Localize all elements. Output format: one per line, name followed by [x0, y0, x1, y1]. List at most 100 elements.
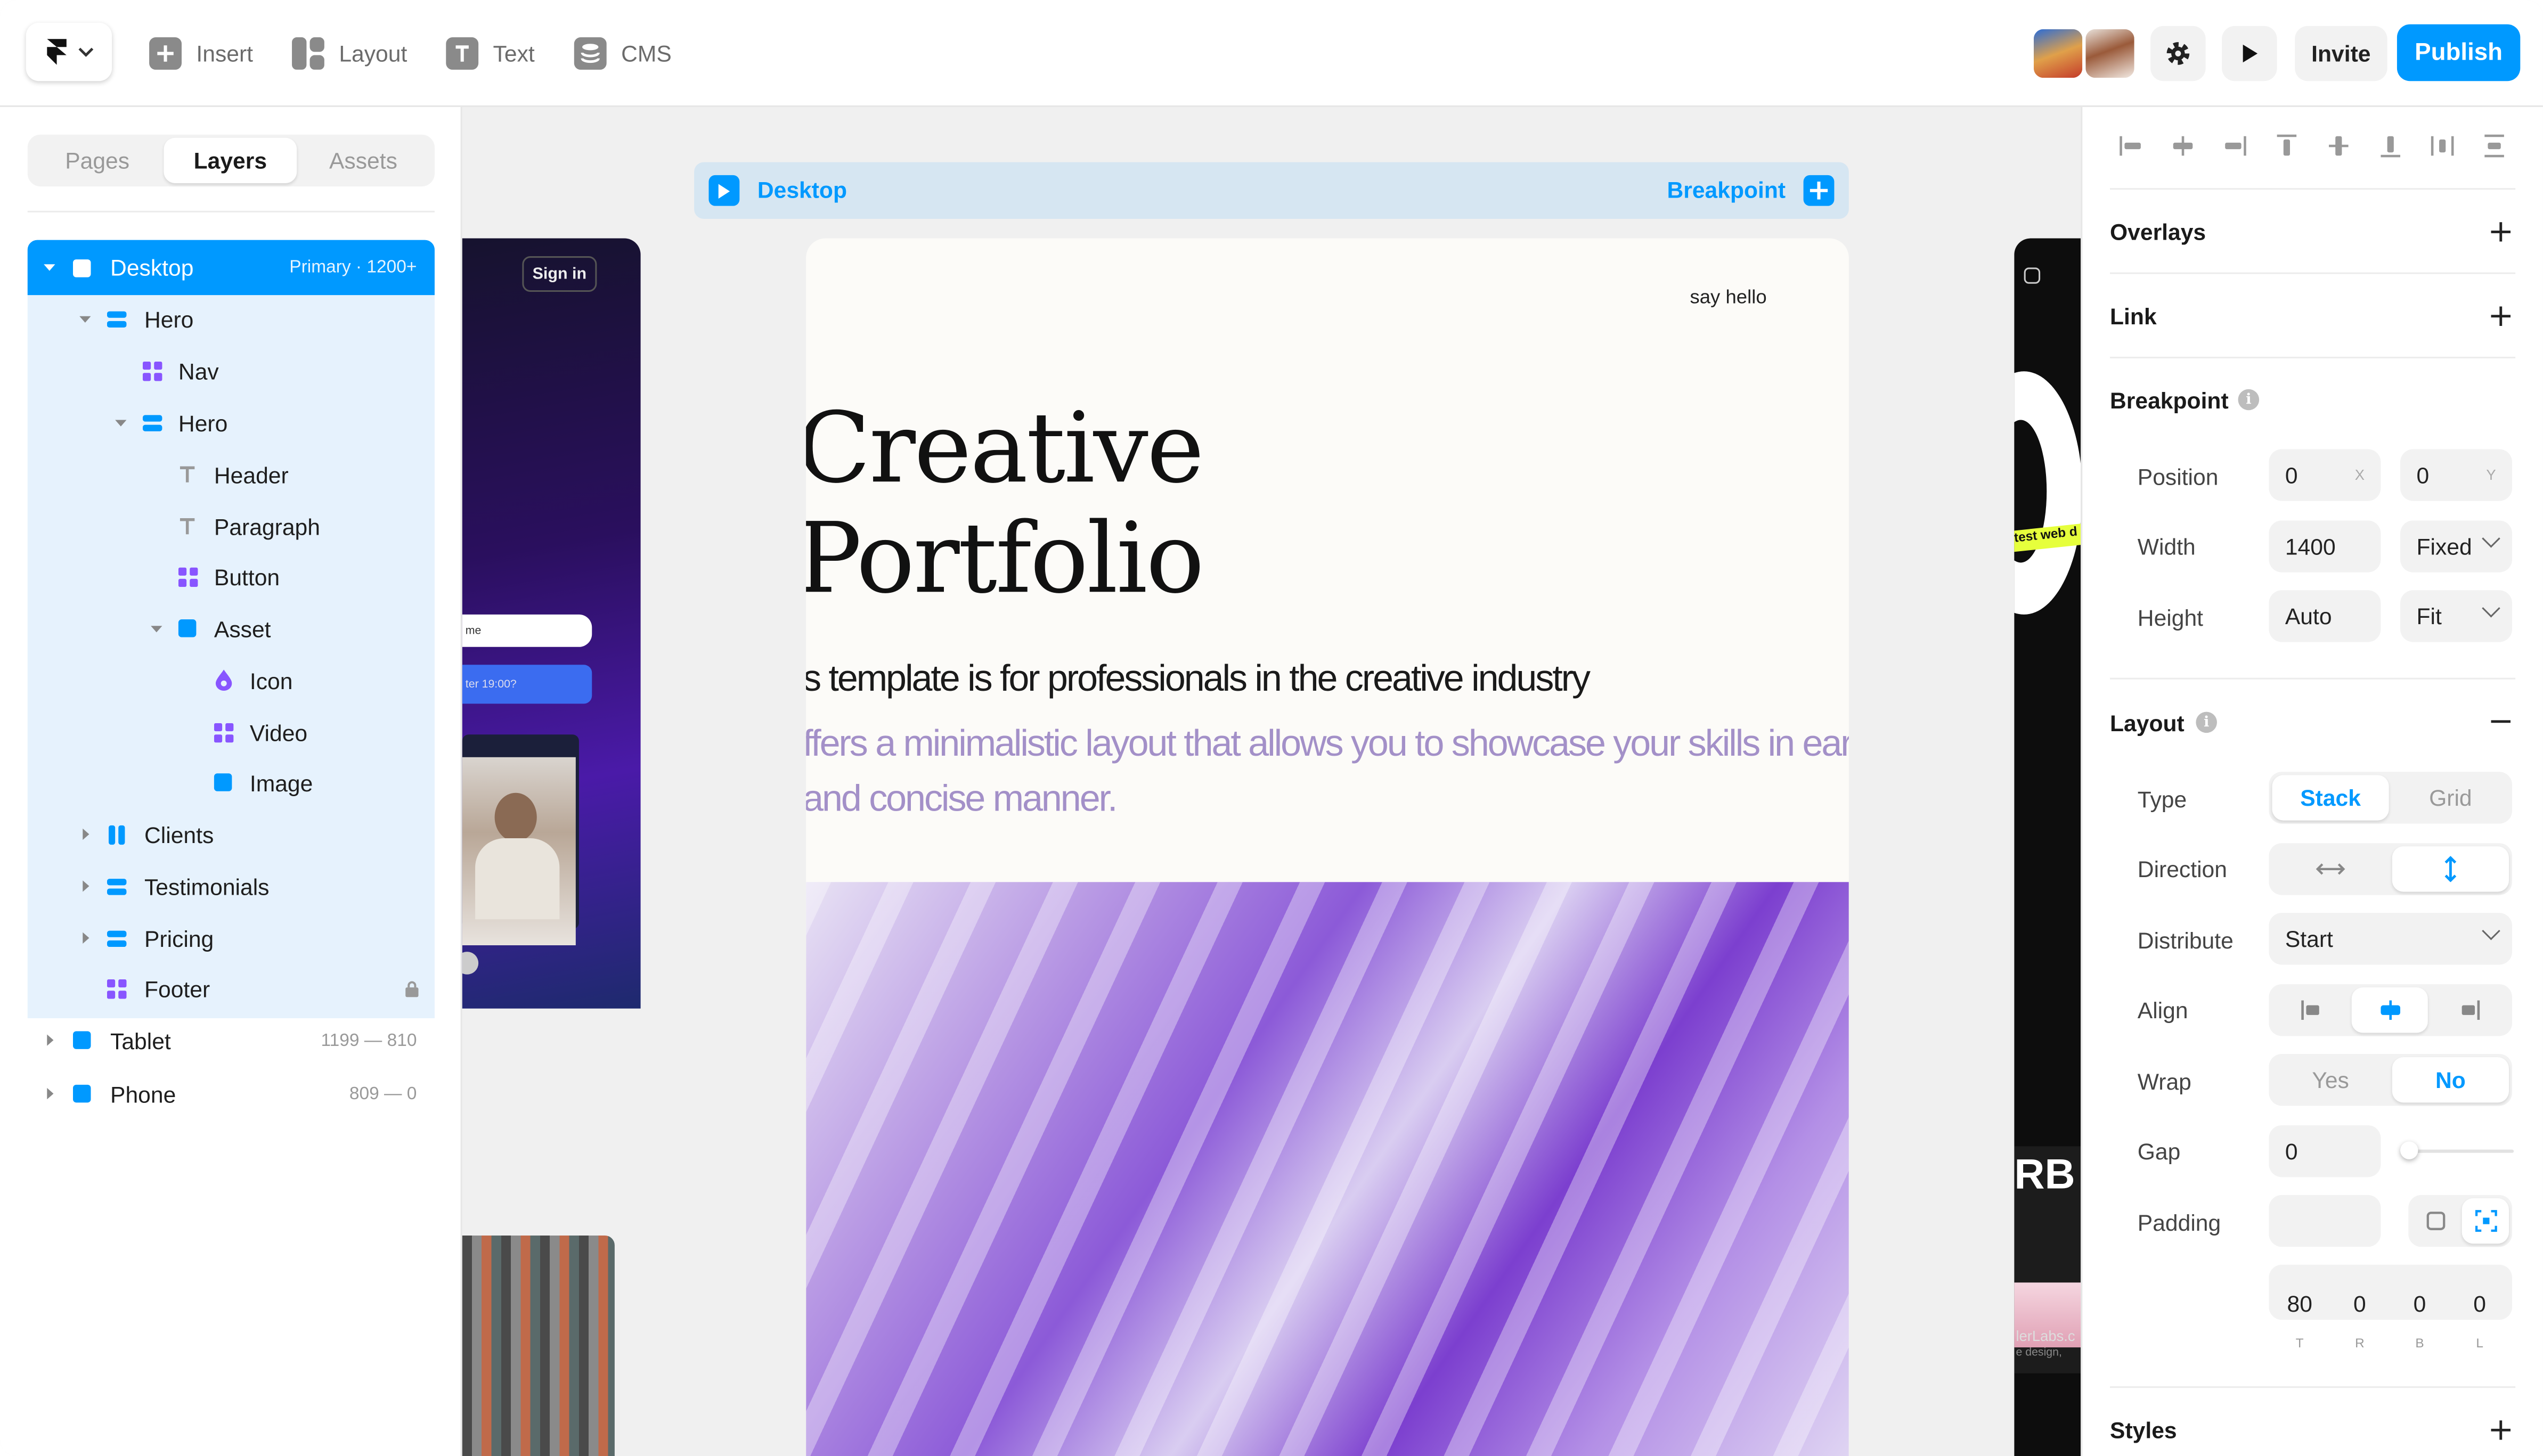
align-start-option[interactable] — [2272, 987, 2348, 1033]
add-link-icon[interactable] — [2491, 306, 2511, 326]
layer-row-paragraph[interactable]: Paragraph — [28, 501, 435, 553]
add-overlay-icon[interactable] — [2491, 222, 2511, 242]
frame-icon — [73, 1084, 91, 1103]
nav-link[interactable]: say hello — [1690, 285, 1766, 308]
layer-row-footer[interactable]: Footer — [28, 963, 435, 1015]
layer-row-asset[interactable]: Asset — [28, 603, 435, 655]
layer-label: Phone — [110, 1081, 176, 1108]
distribute-horizontal-icon[interactable] — [2426, 130, 2459, 162]
add-style-icon[interactable] — [2491, 1420, 2511, 1440]
layer-row-header[interactable]: Header — [28, 449, 435, 501]
position-x-field[interactable]: 0 X — [2269, 449, 2381, 501]
direction-horizontal-option[interactable] — [2272, 846, 2389, 891]
padding-uniform-option[interactable] — [2411, 1198, 2458, 1244]
collaborators[interactable] — [2030, 26, 2138, 81]
properties-panel: Overlays Link Breakpoint i Position 0 X … — [2081, 107, 2543, 1456]
layer-row-testimonials[interactable]: Testimonials — [28, 861, 435, 913]
layer-row-phone[interactable]: Phone 809 — 0 — [28, 1068, 435, 1120]
width-field[interactable]: 1400 — [2269, 520, 2381, 572]
gap-slider-thumb[interactable] — [2400, 1141, 2418, 1159]
info-icon[interactable]: i — [2238, 389, 2260, 411]
distribute-select[interactable]: Start — [2269, 913, 2513, 965]
align-center-horizontal-icon[interactable] — [2167, 130, 2199, 162]
layer-row-tablet[interactable]: Tablet 1199 — 810 — [28, 1015, 435, 1067]
hero-image[interactable] — [806, 882, 1849, 1456]
tab-layers[interactable]: Layers — [164, 137, 297, 184]
layout-label: Layout — [339, 40, 407, 67]
gap-slider-track[interactable] — [2407, 1149, 2514, 1153]
text-label: Text — [493, 40, 535, 67]
position-y-field[interactable]: 0 Y — [2400, 449, 2513, 501]
tablet-frame-preview[interactable]: Sign in me ter 19:00? — [462, 238, 641, 1009]
hero-description[interactable]: ffers a minimalistic layout that allows … — [806, 715, 1849, 825]
breakpoint-title: Breakpoint — [2110, 387, 2229, 414]
avatar[interactable] — [2082, 26, 2138, 81]
preview-button[interactable] — [2222, 26, 2277, 81]
padding-right-value[interactable]: 0 — [2330, 1278, 2389, 1329]
align-end-option[interactable] — [2431, 987, 2509, 1033]
height-mode-select[interactable]: Fit — [2400, 590, 2513, 642]
height-value: Auto — [2285, 603, 2332, 629]
align-center-vertical-icon[interactable] — [2322, 130, 2355, 162]
align-right-icon[interactable] — [2219, 130, 2251, 162]
info-icon[interactable]: i — [2196, 711, 2217, 733]
insert-button[interactable]: Insert — [149, 34, 253, 73]
layout-button[interactable]: Layout — [292, 34, 407, 73]
align-center-option[interactable] — [2351, 987, 2428, 1033]
desktop-frame[interactable]: say hello Creative Portfolio s template … — [806, 238, 1849, 1456]
cms-button[interactable]: CMS — [574, 34, 672, 73]
publish-button[interactable]: Publish — [2397, 24, 2521, 81]
phone-frame-preview[interactable]: test web d RB lerLabs.c e design, — [2014, 238, 2081, 1456]
layer-row-image[interactable]: Image — [28, 757, 435, 809]
preview-play-button[interactable] — [708, 175, 740, 206]
add-breakpoint-label[interactable]: Breakpoint — [1667, 177, 1786, 203]
padding-left-value[interactable]: 0 — [2450, 1278, 2509, 1329]
align-bottom-icon[interactable] — [2374, 130, 2407, 162]
layer-row-video[interactable]: Video — [28, 707, 435, 758]
align-top-icon[interactable] — [2270, 130, 2303, 162]
layer-row-hero-inner[interactable]: Hero — [28, 397, 435, 449]
divider — [2110, 1386, 2516, 1388]
type-stack-option[interactable]: Stack — [2272, 775, 2389, 821]
height-field[interactable]: Auto — [2269, 590, 2381, 642]
layer-row-icon[interactable]: Icon — [28, 655, 435, 707]
layer-row-desktop[interactable]: Desktop Primary · 1200+ — [28, 242, 435, 293]
padding-field[interactable] — [2269, 1195, 2381, 1247]
tab-pages[interactable]: Pages — [31, 138, 164, 183]
collapse-minus-icon[interactable] — [2491, 712, 2511, 732]
hero-subtitle[interactable]: s template is for professionals in the c… — [806, 657, 1591, 700]
invite-button[interactable]: Invite — [2295, 26, 2387, 81]
wrap-label: Wrap — [2137, 1068, 2191, 1095]
padding-label: Padding — [2137, 1209, 2221, 1236]
layer-row-nav[interactable]: Nav — [28, 345, 435, 397]
text-button[interactable]: Text — [446, 34, 535, 73]
type-grid-option[interactable]: Grid — [2392, 775, 2509, 820]
tab-assets[interactable]: Assets — [297, 138, 430, 183]
align-left-icon[interactable] — [2115, 130, 2147, 162]
layer-row-hero[interactable]: Hero — [28, 293, 435, 345]
sign-in-button[interactable]: Sign in — [522, 256, 597, 292]
add-breakpoint-button[interactable] — [1803, 175, 1835, 206]
layer-row-button[interactable]: Button — [28, 551, 435, 603]
direction-vertical-option[interactable] — [2392, 846, 2509, 892]
layer-row-clients[interactable]: Clients — [28, 809, 435, 861]
app-menu-button[interactable] — [26, 22, 112, 81]
distribute-vertical-icon[interactable] — [2478, 130, 2511, 162]
padding-individual-option[interactable] — [2462, 1198, 2509, 1244]
width-mode-select[interactable]: Fixed — [2400, 520, 2513, 572]
hero-title[interactable]: Creative Portfolio — [806, 394, 1204, 615]
avatar[interactable] — [2030, 26, 2086, 81]
lock-icon[interactable] — [405, 981, 419, 997]
person-photo — [462, 757, 576, 946]
padding-bottom-value[interactable]: 0 — [2391, 1278, 2449, 1329]
person-body — [475, 838, 560, 920]
padding-top-value[interactable]: 80 — [2270, 1278, 2329, 1329]
wrap-yes-option[interactable]: Yes — [2272, 1057, 2389, 1102]
settings-button[interactable] — [2150, 26, 2206, 81]
breakpoint-name[interactable]: Desktop — [757, 177, 847, 203]
wrap-no-option[interactable]: No — [2392, 1057, 2509, 1103]
design-canvas[interactable]: Sign in me ter 19:00? Desktop Breakpoint — [462, 107, 2081, 1456]
gap-field[interactable]: 0 — [2269, 1125, 2381, 1177]
play-icon[interactable] — [462, 952, 479, 975]
layer-row-pricing[interactable]: Pricing — [28, 913, 435, 964]
